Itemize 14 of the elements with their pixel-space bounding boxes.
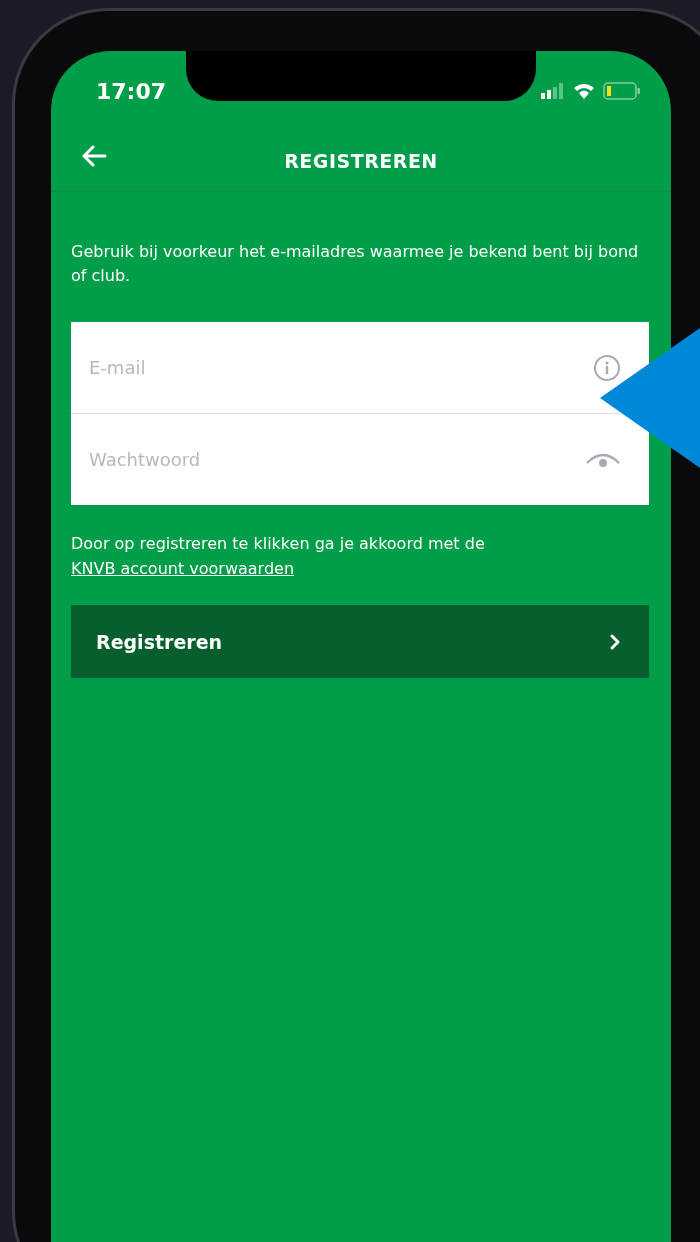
chevron-icon: [609, 632, 621, 651]
status-time: 17:07: [96, 78, 167, 104]
page-title: REGISTREREN: [284, 150, 438, 172]
password-field[interactable]: Wachtwoord: [87, 448, 585, 471]
terms-link[interactable]: KNVB account voorwaarden: [71, 559, 295, 578]
wifi-icon: [573, 83, 595, 99]
register-button[interactable]: Registreren: [71, 605, 649, 678]
info-icon[interactable]: [593, 353, 621, 382]
back-button[interactable]: [81, 145, 107, 167]
email-field[interactable]: E-mail: [87, 356, 593, 379]
terms-text: Door op registreren te klikken ga je akkoord met de KNVB account voorwaarden: [71, 533, 486, 580]
battery-icon: [603, 82, 641, 100]
intro-text: Gebruik bij voorkeur het e-mailadres waarmee je bekend bent bij bond of club.: [71, 241, 640, 287]
signal-icon: [541, 83, 565, 99]
